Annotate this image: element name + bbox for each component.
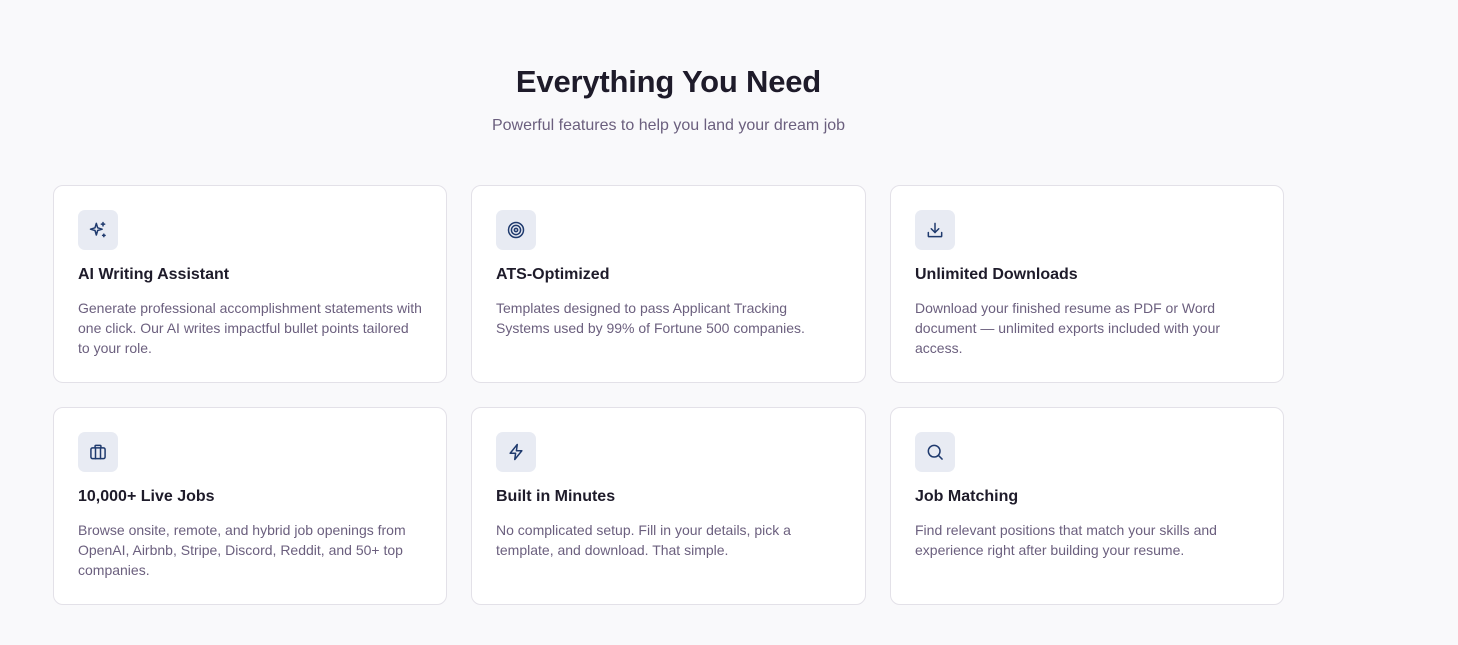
feature-description: Download your finished resume as PDF or … bbox=[915, 300, 1221, 356]
feature-card-ai-writing: AI Writing Assistant Generate profession… bbox=[53, 185, 447, 383]
feature-card-job-matching: Job Matching Find relevant positions tha… bbox=[890, 407, 1284, 605]
feature-description: No complicated setup. Fill in your detai… bbox=[496, 522, 791, 558]
feature-card-ats: ATS-Optimized Templates designed to pass… bbox=[471, 185, 866, 383]
feature-description: Generate professional accomplishment sta… bbox=[78, 300, 422, 356]
feature-title: 10,000+ Live Jobs bbox=[78, 488, 215, 505]
target-icon bbox=[496, 210, 536, 250]
feature-description: Browse onsite, remote, and hybrid job op… bbox=[78, 522, 406, 578]
feature-description: Templates designed to pass Applicant Tra… bbox=[496, 300, 805, 336]
feature-title: Unlimited Downloads bbox=[915, 266, 1078, 283]
feature-title: ATS-Optimized bbox=[496, 266, 610, 283]
search-icon bbox=[915, 432, 955, 472]
feature-description: Find relevant positions that match your … bbox=[915, 522, 1217, 558]
feature-title: Job Matching bbox=[915, 488, 1019, 505]
lightning-icon bbox=[496, 432, 536, 472]
feature-title: AI Writing Assistant bbox=[78, 266, 230, 283]
section-subtitle: Powerful features to help you land your … bbox=[491, 117, 846, 134]
feature-card-built-in-minutes: Built in Minutes No complicated setup. F… bbox=[471, 407, 866, 605]
features-grid: AI Writing Assistant Generate profession… bbox=[53, 185, 1284, 605]
sparkles-icon bbox=[78, 210, 118, 250]
briefcase-icon bbox=[78, 432, 118, 472]
features-section: Everything You Need Powerful features to… bbox=[0, 0, 1458, 645]
feature-title: Built in Minutes bbox=[496, 488, 616, 505]
download-icon bbox=[915, 210, 955, 250]
feature-card-downloads: Unlimited Downloads Download your finish… bbox=[890, 185, 1284, 383]
feature-card-live-jobs: 10,000+ Live Jobs Browse onsite, remote,… bbox=[53, 407, 447, 605]
section-title: Everything You Need bbox=[515, 64, 822, 99]
